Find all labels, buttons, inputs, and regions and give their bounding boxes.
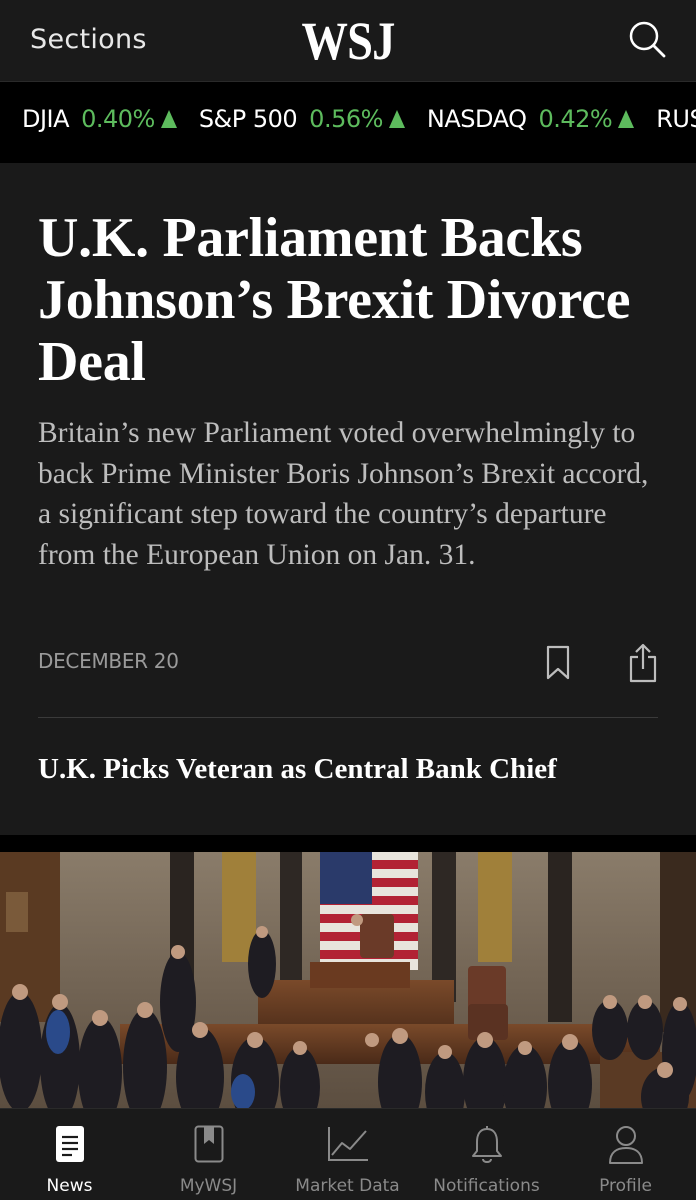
article-date: DECEMBER 20 (38, 649, 179, 673)
share-button[interactable] (628, 643, 658, 683)
article-summary: Britain’s new Parliament voted overwhelm… (38, 417, 649, 571)
bookmark-icon (546, 645, 570, 680)
house-chamber-photo (0, 852, 696, 1108)
mywsj-icon (194, 1125, 223, 1163)
nav-label: Market Data (295, 1176, 400, 1196)
market-data-icon (327, 1127, 368, 1161)
ticker-name: NASDAQ (426, 105, 527, 133)
ticker-item-djia[interactable]: DJIA 0.40% (22, 105, 177, 133)
ticker-name: S&P 500 (198, 105, 298, 133)
bell-icon (471, 1126, 502, 1163)
nav-news[interactable]: News (0, 1109, 139, 1200)
ticker-name: RUSSELL 2000 (656, 105, 696, 133)
article-photo[interactable] (0, 852, 696, 1108)
bottom-navigation: News MyWSJ Market Data Notifications Pro… (0, 1108, 696, 1200)
search-icon (629, 21, 666, 58)
ticker-change: 0.40% (81, 105, 155, 133)
top-header: Sections WSJ (0, 0, 696, 82)
ticker-change: 0.42% (538, 105, 613, 133)
nav-label: Notifications (433, 1176, 540, 1196)
nav-profile[interactable]: Profile (556, 1109, 695, 1200)
search-button[interactable] (626, 18, 670, 62)
nav-mywsj[interactable]: MyWSJ (139, 1109, 278, 1200)
related-headline[interactable]: U.K. Picks Veteran as Central Bank Chief (38, 753, 668, 786)
ticker-change: 0.56% (309, 105, 383, 133)
bookmark-button[interactable] (545, 645, 571, 681)
wsj-logo[interactable]: WSJ (49, 10, 648, 72)
top-story-card[interactable]: U.K. Parliament Backs Johnson’s Brexit D… (0, 163, 696, 835)
share-icon (629, 643, 657, 683)
nav-label: News (46, 1176, 93, 1196)
article-headline[interactable]: U.K. Parliament Backs Johnson’s Brexit D… (38, 207, 668, 393)
up-arrow-icon (618, 110, 635, 128)
nav-label: Profile (599, 1176, 652, 1196)
nav-market-data[interactable]: Market Data (278, 1109, 417, 1200)
nav-label: MyWSJ (179, 1176, 238, 1196)
ticker-item-nasdaq[interactable]: NASDAQ 0.42% (426, 105, 635, 133)
nav-notifications[interactable]: Notifications (417, 1109, 556, 1200)
up-arrow-icon (160, 110, 177, 128)
profile-icon (608, 1126, 643, 1164)
news-icon (55, 1126, 84, 1162)
ticker-item-russell[interactable]: RUSSELL 2000 (656, 105, 696, 133)
ticker-item-sp500[interactable]: S&P 500 0.56% (199, 105, 405, 133)
divider (38, 717, 658, 718)
ticker-name: DJIA (22, 105, 70, 133)
up-arrow-icon (388, 110, 405, 128)
market-ticker[interactable]: DJIA 0.40% S&P 500 0.56% NASDAQ 0.42% RU… (0, 82, 696, 162)
